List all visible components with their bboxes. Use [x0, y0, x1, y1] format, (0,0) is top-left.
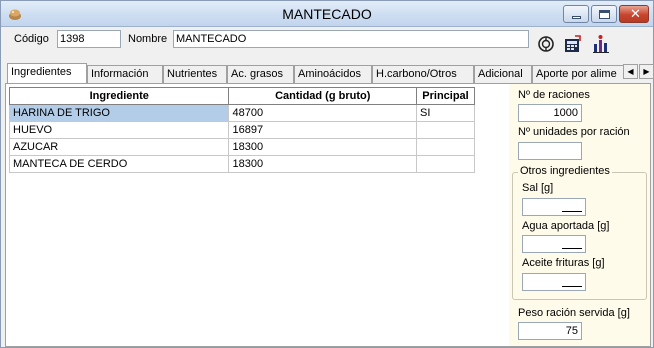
chart-person-icon[interactable] — [591, 34, 611, 54]
agua-underline — [562, 248, 582, 249]
app-window: MANTECADO ✕ Código 1398 Nombre MANTECADO… — [0, 0, 654, 348]
minimize-button[interactable] — [563, 5, 589, 23]
tab-nutrientes[interactable]: Nutrientes — [163, 65, 227, 83]
agua-field[interactable] — [522, 235, 586, 253]
cell-cantidad[interactable]: 48700 — [228, 104, 417, 122]
tab-informacion[interactable]: Información — [87, 65, 163, 83]
cell-ingrediente[interactable]: HARINA DE TRIGO — [8, 104, 230, 122]
cell-principal[interactable] — [416, 155, 475, 173]
tab-scroll-left-button[interactable]: ◀ — [623, 64, 638, 79]
aceite-field[interactable] — [522, 273, 586, 291]
cell-ingrediente[interactable]: AZUCAR — [8, 138, 230, 156]
triangle-left-icon: ◀ — [627, 67, 634, 76]
tab-ingredientes[interactable]: Ingredientes — [7, 63, 87, 83]
nombre-field[interactable]: MANTECADO — [173, 30, 529, 48]
window-title: MANTECADO — [282, 6, 372, 22]
tab-scroll-right-button[interactable]: ▶ — [639, 64, 654, 79]
grid-header: Ingrediente Cantidad (g bruto) Principal — [8, 87, 475, 105]
title-bar[interactable]: MANTECADO ✕ — [1, 1, 653, 27]
unidades-field[interactable] — [518, 142, 582, 160]
close-icon: ✕ — [630, 7, 641, 22]
col-header-ingrediente[interactable]: Ingrediente — [8, 87, 230, 105]
raciones-label: Nº de raciones — [518, 89, 590, 101]
cell-principal[interactable] — [416, 138, 475, 156]
sal-label: Sal [g] — [522, 182, 554, 194]
tab-strip: Ingredientes Información Nutrientes Ac. … — [5, 63, 623, 83]
table-row[interactable]: HUEVO 16897 — [8, 121, 475, 139]
maximize-button[interactable] — [591, 5, 617, 23]
triangle-right-icon: ▶ — [643, 67, 650, 76]
cell-cantidad[interactable]: 18300 — [228, 155, 417, 173]
aceite-label: Aceite frituras [g] — [522, 257, 605, 269]
cell-principal[interactable] — [416, 121, 475, 139]
tab-ac-grasos[interactable]: Ac. grasos — [227, 65, 294, 83]
sal-field[interactable] — [522, 198, 586, 216]
cell-ingrediente[interactable]: HUEVO — [8, 121, 230, 139]
otros-ingredientes-title: Otros ingredientes — [518, 165, 612, 177]
peso-field[interactable]: 75 — [518, 322, 582, 340]
maximize-icon — [599, 10, 610, 19]
unidades-label: Nº unidades por ración — [518, 126, 630, 138]
cell-ingrediente[interactable]: MANTECA DE CERDO — [8, 155, 230, 173]
sal-underline — [562, 211, 582, 212]
calculator-icon[interactable] — [563, 34, 583, 54]
lifebuoy-icon[interactable] — [536, 34, 556, 54]
tab-aminoacidos[interactable]: Aminoácidos — [294, 65, 372, 83]
ingredients-grid: Ingrediente Cantidad (g bruto) Principal… — [8, 87, 475, 173]
tab-aporte-por-alimento[interactable]: Aporte por alime — [532, 65, 623, 83]
peso-label: Peso ración servida [g] — [518, 307, 630, 319]
cell-cantidad[interactable]: 16897 — [228, 121, 417, 139]
raciones-field[interactable]: 1000 — [518, 104, 582, 122]
close-button[interactable]: ✕ — [619, 5, 649, 23]
table-row[interactable]: HARINA DE TRIGO 48700 SI — [8, 104, 475, 122]
cell-principal[interactable]: SI — [416, 104, 475, 122]
codigo-label: Código — [14, 33, 49, 45]
tab-adicional[interactable]: Adicional — [474, 65, 532, 83]
col-header-cantidad[interactable]: Cantidad (g bruto) — [228, 87, 417, 105]
nombre-label: Nombre — [128, 33, 168, 45]
col-header-principal[interactable]: Principal — [416, 87, 475, 105]
minimize-icon — [572, 16, 581, 19]
tab-hcarbono-otros[interactable]: H.carbono/Otros — [372, 65, 474, 83]
cell-cantidad[interactable]: 18300 — [228, 138, 417, 156]
agua-label: Agua aportada [g] — [522, 220, 610, 232]
table-row[interactable]: MANTECA DE CERDO 18300 — [8, 155, 475, 173]
table-row[interactable]: AZUCAR 18300 — [8, 138, 475, 156]
codigo-field[interactable]: 1398 — [57, 30, 121, 48]
aceite-underline — [562, 286, 582, 287]
